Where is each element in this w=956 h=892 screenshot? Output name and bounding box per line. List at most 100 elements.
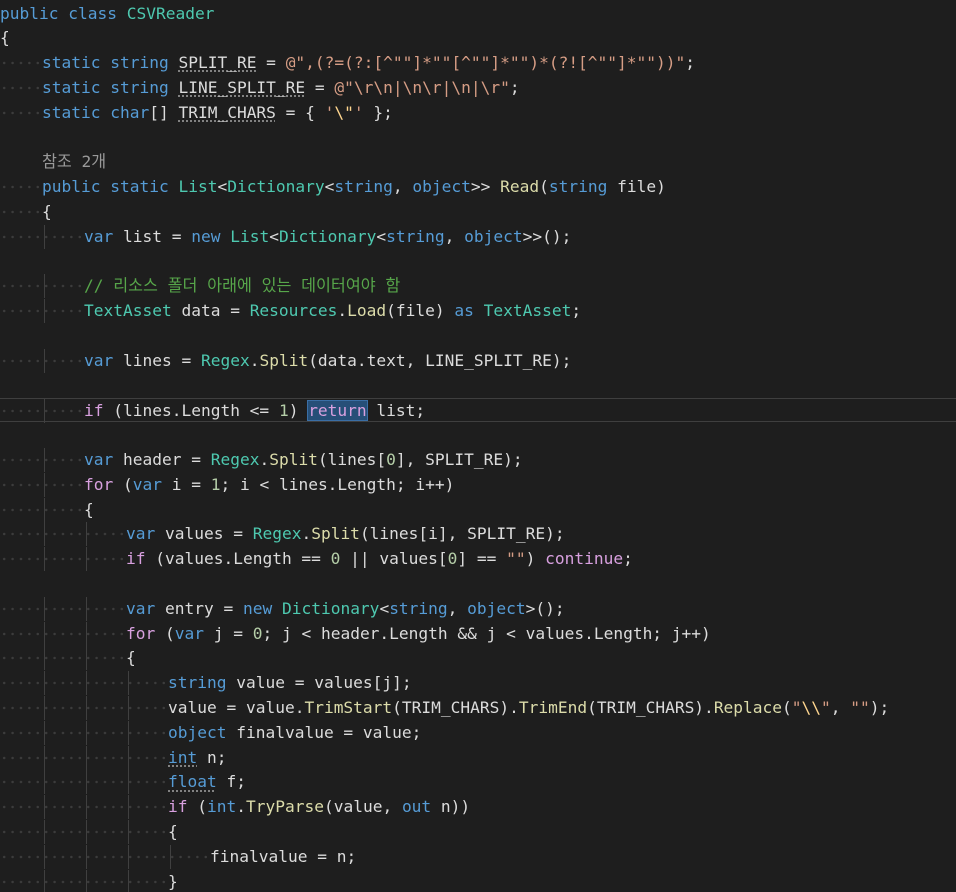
code-token: >>(); bbox=[522, 226, 572, 246]
indent-whitespace bbox=[42, 447, 84, 472]
code-line[interactable]: var lines = Regex.Split(data.text, LINE_… bbox=[0, 348, 956, 373]
codelens-references[interactable]: 참조 2개 bbox=[42, 152, 106, 171]
code-line[interactable]: if (int.TryParse(value, out n)) bbox=[0, 795, 956, 820]
code-line[interactable]: finalvalue = n; bbox=[0, 844, 956, 869]
code-line[interactable]: int n; bbox=[0, 745, 956, 770]
indent-whitespace bbox=[126, 671, 168, 696]
indent-whitespace bbox=[42, 522, 84, 547]
indent-whitespace bbox=[0, 199, 42, 224]
indent-whitespace bbox=[42, 646, 84, 671]
code-line-blank[interactable] bbox=[0, 126, 956, 150]
indent-whitespace bbox=[0, 100, 42, 125]
code-token: (lines[ bbox=[317, 449, 387, 469]
code-token: i = bbox=[162, 474, 211, 494]
code-line[interactable]: { bbox=[0, 199, 956, 224]
indent-whitespace bbox=[0, 869, 42, 892]
code-token: TextAsset bbox=[84, 301, 172, 321]
indent-whitespace bbox=[42, 770, 84, 795]
indent-whitespace bbox=[0, 646, 42, 671]
code-line[interactable]: for (var i = 1; i < lines.Length; i++) bbox=[0, 472, 956, 497]
code-token: Resources bbox=[249, 301, 338, 321]
code-line[interactable]: static string SPLIT_RE = @",(?=(?:[^""]*… bbox=[0, 51, 956, 76]
code-token: static bbox=[42, 77, 101, 97]
code-token: Dictionary bbox=[227, 177, 325, 197]
code-line[interactable]: value = value.TrimStart(TRIM_CHARS).Trim… bbox=[0, 695, 956, 720]
code-line[interactable]: var entry = new Dictionary<string, objec… bbox=[0, 596, 956, 621]
code-token: CSVReader bbox=[126, 3, 215, 23]
code-token: char bbox=[110, 102, 150, 122]
code-token: ( bbox=[187, 797, 207, 817]
code-line[interactable]: { bbox=[0, 819, 956, 844]
indent-whitespace bbox=[126, 695, 168, 720]
code-line[interactable]: public static List<Dictionary<string, ob… bbox=[0, 175, 956, 200]
code-token: if bbox=[168, 797, 188, 817]
code-line[interactable]: string value = values[j]; bbox=[0, 671, 956, 696]
code-line-blank[interactable] bbox=[0, 423, 956, 447]
code-token: ], SPLIT_RE); bbox=[395, 449, 523, 469]
code-token: ) bbox=[656, 177, 666, 197]
code-token: (TRIM_CHARS). bbox=[587, 697, 714, 717]
code-token: data = bbox=[171, 301, 250, 321]
code-token: string bbox=[168, 673, 227, 693]
code-line[interactable]: var values = Regex.Split(lines[i], SPLIT… bbox=[0, 522, 956, 547]
code-token: list = bbox=[113, 226, 192, 246]
indent-whitespace bbox=[84, 646, 126, 671]
code-line[interactable]: static string LINE_SPLIT_RE = @"\r\n|\n\… bbox=[0, 75, 956, 100]
code-line[interactable]: object finalvalue = value; bbox=[0, 720, 956, 745]
indent-whitespace bbox=[0, 720, 42, 745]
code-line[interactable]: 참조 2개 bbox=[0, 150, 956, 174]
code-token: var bbox=[126, 524, 156, 544]
code-token: ( bbox=[539, 177, 549, 197]
code-token: header = bbox=[113, 449, 211, 469]
code-token: { bbox=[126, 648, 136, 668]
code-token: new bbox=[191, 226, 221, 246]
code-line-blank[interactable] bbox=[0, 374, 956, 398]
code-token: object bbox=[168, 722, 227, 742]
code-token: " bbox=[821, 697, 831, 717]
code-editor[interactable]: public class CSVReader{static string SPL… bbox=[0, 0, 956, 892]
indent-whitespace bbox=[42, 844, 84, 869]
code-line[interactable]: public class CSVReader bbox=[0, 2, 956, 26]
indent-whitespace bbox=[0, 348, 42, 373]
code-token: value = values[j]; bbox=[226, 673, 412, 693]
code-line-blank[interactable] bbox=[0, 324, 956, 348]
indent-whitespace bbox=[84, 844, 126, 869]
code-line[interactable]: if (values.Length == 0 || values[0] == "… bbox=[0, 547, 956, 572]
code-token: ( bbox=[113, 474, 133, 494]
code-line[interactable]: float f; bbox=[0, 770, 956, 795]
indent-whitespace bbox=[42, 596, 84, 621]
code-line[interactable]: { bbox=[0, 497, 956, 522]
code-token: var bbox=[84, 350, 114, 370]
indent-whitespace bbox=[84, 869, 126, 892]
indent-whitespace bbox=[0, 745, 42, 770]
code-token: { bbox=[42, 201, 52, 221]
code-line[interactable]: { bbox=[0, 26, 956, 50]
code-token: Regex bbox=[210, 449, 260, 469]
code-line[interactable]: // 리소스 폴더 아래에 있는 데이터여야 함 bbox=[0, 274, 956, 299]
code-line[interactable]: { bbox=[0, 646, 956, 671]
code-token: , bbox=[392, 177, 413, 197]
indent-whitespace bbox=[168, 844, 210, 869]
code-line-blank[interactable] bbox=[0, 250, 956, 274]
code-token: TrimStart bbox=[304, 697, 393, 717]
code-line-blank[interactable] bbox=[0, 572, 956, 596]
code-token: var bbox=[126, 598, 156, 618]
code-line[interactable]: var list = new List<Dictionary<string, o… bbox=[0, 224, 956, 249]
code-token: ); bbox=[869, 697, 890, 717]
indent-whitespace bbox=[0, 819, 42, 844]
code-line[interactable]: if (lines.Length <= 1) return list; bbox=[0, 398, 956, 424]
code-line[interactable]: for (var j = 0; j < header.Length && j <… bbox=[0, 621, 956, 646]
indent-whitespace bbox=[0, 497, 42, 522]
code-line[interactable]: static char[] TRIM_CHARS = { '\"' }; bbox=[0, 100, 956, 125]
code-line[interactable]: } bbox=[0, 869, 956, 892]
code-token: Dictionary bbox=[281, 598, 380, 618]
indent-whitespace bbox=[84, 547, 126, 572]
code-token: lines = bbox=[113, 350, 201, 370]
code-line[interactable]: TextAsset data = Resources.Load(file) as… bbox=[0, 299, 956, 324]
code-line[interactable]: var header = Regex.Split(lines[0], SPLIT… bbox=[0, 447, 956, 472]
